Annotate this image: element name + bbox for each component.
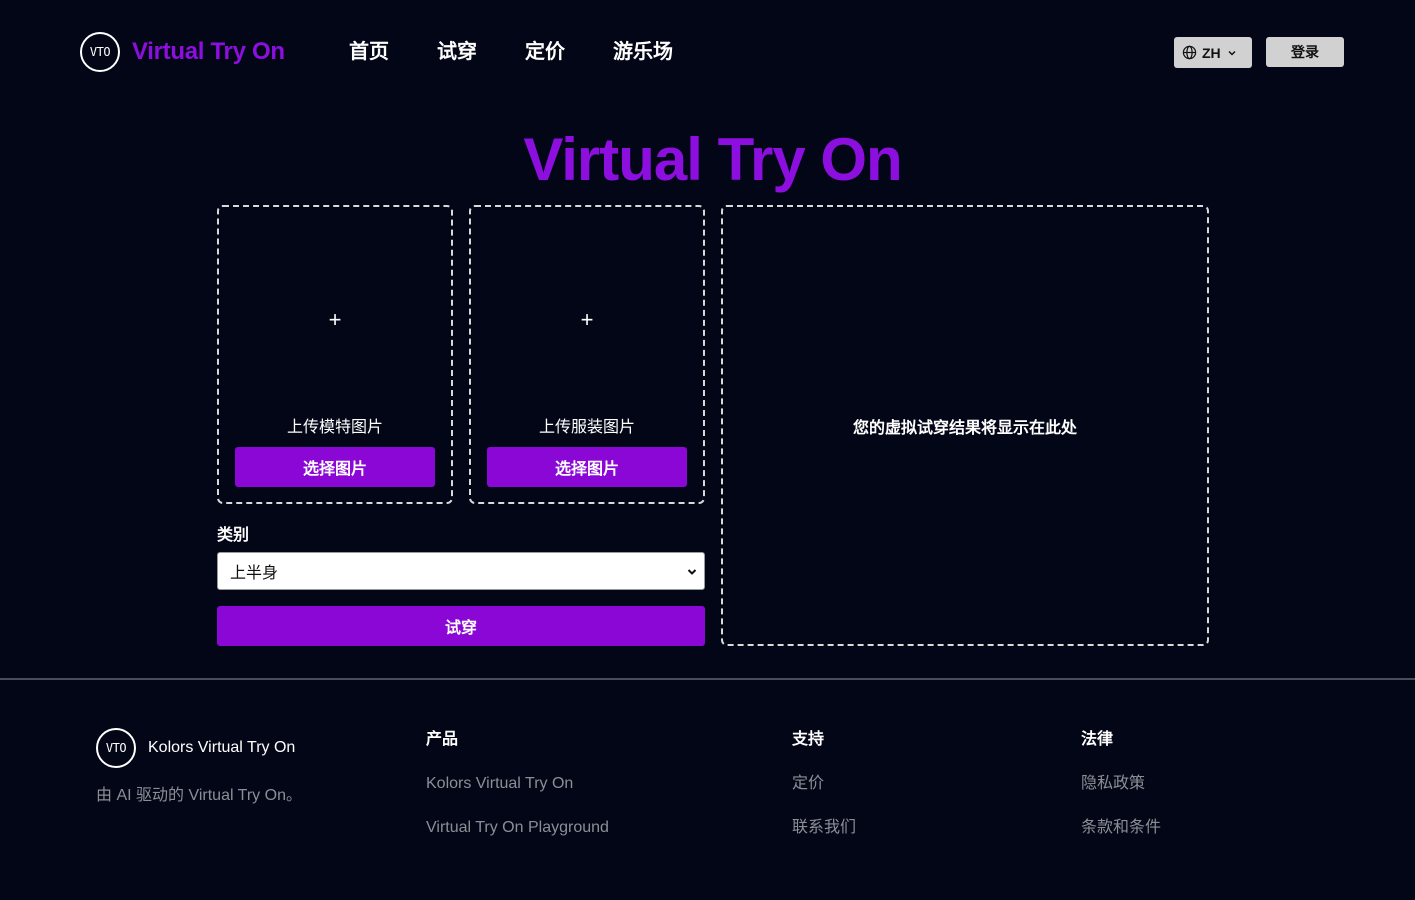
category-label: 类别: [217, 527, 250, 544]
chevron-down-icon: [687, 569, 697, 575]
footer-link-kolors[interactable]: Kolors Virtual Try On: [426, 774, 609, 818]
footer-column-support: 支持 定价 联系我们: [792, 730, 856, 862]
footer-tagline: 由 AI 驱动的 Virtual Try On。: [96, 787, 302, 804]
plus-icon[interactable]: +: [471, 307, 703, 333]
model-upload-label: 上传模特图片: [286, 419, 383, 436]
top-header: VTO Virtual Try On 首页 试穿 定价 游乐场 ZH 登录: [0, 0, 1415, 104]
nav-home[interactable]: 首页: [349, 38, 389, 66]
result-area: 您的虚拟试穿结果将显示在此处: [721, 205, 1209, 646]
nav-try-on[interactable]: 试穿: [437, 38, 477, 66]
footer-link-pricing[interactable]: 定价: [792, 774, 856, 818]
footer-column-title: 产品: [426, 731, 459, 748]
plus-icon[interactable]: +: [219, 307, 451, 333]
language-selector[interactable]: ZH: [1174, 37, 1252, 68]
result-placeholder: 您的虚拟试穿结果将显示在此处: [852, 419, 1077, 437]
footer-link-contact[interactable]: 联系我们: [792, 818, 856, 862]
brand-name[interactable]: Virtual Try On: [132, 38, 285, 66]
select-model-image-button[interactable]: 选择图片: [235, 447, 435, 487]
globe-icon: [1182, 45, 1197, 60]
footer-logo-icon[interactable]: VTO: [96, 728, 136, 768]
footer-link-terms[interactable]: 条款和条件: [1081, 818, 1161, 862]
garment-upload-label: 上传服装图片: [538, 419, 635, 436]
footer-column-title: 支持: [792, 731, 825, 748]
footer-column-title: 法律: [1081, 731, 1114, 748]
language-label: ZH: [1202, 44, 1221, 61]
garment-upload-area[interactable]: + 上传服装图片 选择图片: [469, 205, 705, 504]
login-button[interactable]: 登录: [1266, 37, 1344, 67]
footer-brand-name: Kolors Virtual Try On: [148, 739, 296, 756]
logo-icon[interactable]: VTO: [80, 32, 120, 72]
try-on-button[interactable]: 试穿: [217, 606, 705, 646]
footer-link-playground[interactable]: Virtual Try On Playground: [426, 818, 609, 862]
footer-divider: [0, 678, 1415, 680]
category-select[interactable]: 上半身: [217, 552, 705, 590]
page-title: Virtual Try On: [523, 126, 902, 193]
footer-column-products: 产品 Kolors Virtual Try On Virtual Try On …: [426, 730, 609, 862]
footer-link-privacy[interactable]: 隐私政策: [1081, 774, 1161, 818]
select-garment-image-button[interactable]: 选择图片: [487, 447, 687, 487]
category-selected-value: 上半身: [230, 565, 279, 582]
model-upload-area[interactable]: + 上传模特图片 选择图片: [217, 205, 453, 504]
nav-playground[interactable]: 游乐场: [613, 38, 673, 66]
footer-column-legal: 法律 隐私政策 条款和条件: [1081, 730, 1161, 862]
chevron-down-icon: [1228, 50, 1236, 56]
nav-pricing[interactable]: 定价: [525, 38, 565, 66]
